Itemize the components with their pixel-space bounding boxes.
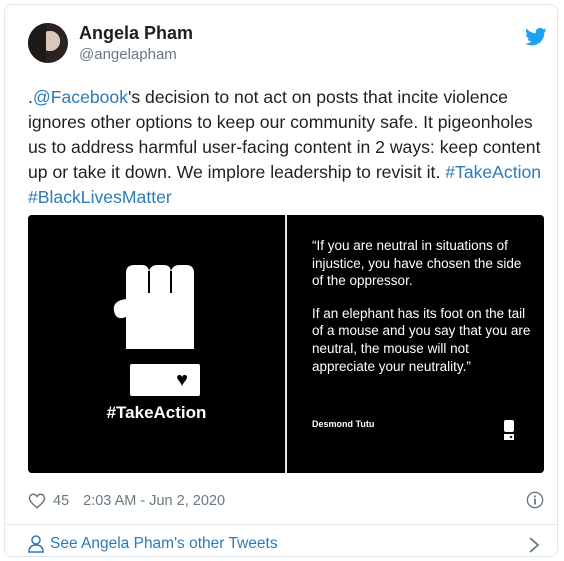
timestamp[interactable]: 2:03 AM - Jun 2, 2020	[83, 493, 225, 509]
hashtag-link-blacklivesmatter[interactable]: #BlackLivesMatter	[28, 187, 172, 207]
media-image-left[interactable]: ♥ #TakeAction	[28, 215, 285, 473]
quote-text: “If you are neutral in situations of inj…	[312, 237, 532, 390]
quote-paragraph-2: If an elephant has its foot on the tail …	[312, 305, 531, 374]
footer-link-text[interactable]: See Angela Pham's other Tweets	[50, 535, 278, 553]
mention-link[interactable]: @Facebook	[33, 87, 128, 107]
twitter-bird-icon[interactable]	[525, 27, 547, 47]
hashtag-link-takeaction[interactable]: #TakeAction	[445, 162, 541, 182]
heart-card: ♥	[130, 364, 200, 396]
like-count[interactable]: 45	[53, 493, 69, 509]
avatar[interactable]	[28, 23, 68, 63]
mini-fist-icon	[504, 420, 514, 440]
tweet-meta: 45 2:03 AM - Jun 2, 2020	[28, 491, 225, 511]
raised-fist-icon	[113, 265, 194, 349]
media-image-right[interactable]: “If you are neutral in situations of inj…	[287, 215, 544, 473]
tweet-text: .@Facebook's decision to not act on post…	[28, 85, 553, 210]
heart-icon: ♥	[176, 369, 188, 391]
info-icon[interactable]	[526, 491, 544, 509]
user-handle[interactable]: @angelapham	[79, 46, 177, 63]
person-icon	[28, 535, 44, 553]
tweet-card: Angela Pham @angelapham .@Facebook's dec…	[4, 4, 558, 557]
user-name[interactable]: Angela Pham	[79, 23, 193, 44]
footer-link[interactable]: See Angela Pham's other Tweets	[28, 534, 278, 554]
image-hashtag: #TakeAction	[106, 403, 207, 422]
quote-paragraph-1: “If you are neutral in situations of inj…	[312, 238, 522, 289]
heart-outline-icon[interactable]	[28, 492, 46, 510]
quote-author: Desmond Tutu	[312, 419, 375, 429]
tweet-media[interactable]: ♥ #TakeAction “If you are neutral in sit…	[28, 215, 544, 473]
footer-divider	[5, 524, 557, 525]
chevron-right-icon[interactable]	[528, 536, 540, 554]
